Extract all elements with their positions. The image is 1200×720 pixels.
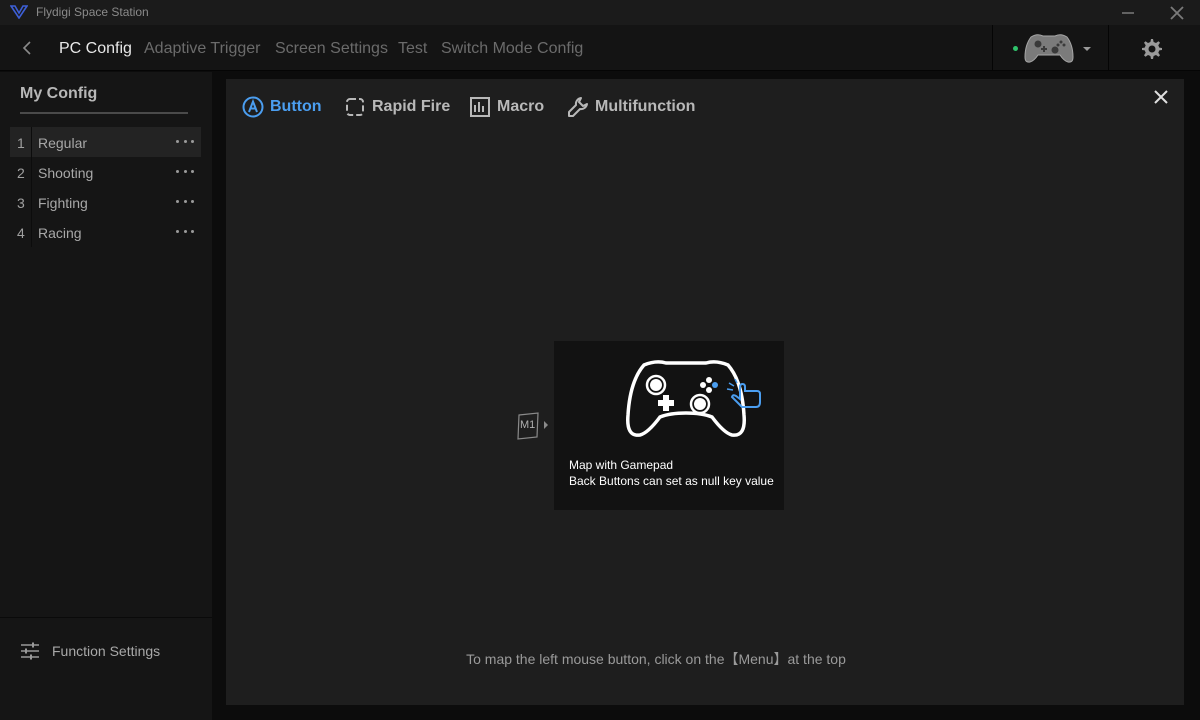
gamepad-thumbnail-icon xyxy=(1024,34,1074,63)
minimize-icon xyxy=(1122,11,1134,14)
macro-icon xyxy=(470,97,490,117)
config-item-label: Regular xyxy=(38,135,88,151)
config-list: 1 Regular 2 Shooting 3 Fighting 4 Racing xyxy=(10,127,201,247)
config-item-racing[interactable]: 4 Racing xyxy=(10,217,201,247)
top-nav: PC Config Adaptive Trigger Screen Settin… xyxy=(0,25,1200,71)
tab-adaptive-trigger[interactable]: Adaptive Trigger xyxy=(144,40,261,58)
card-title: Map with Gamepad xyxy=(569,458,674,472)
tab-macro-label: Macro xyxy=(497,98,545,115)
tab-button-label: Button xyxy=(270,98,322,115)
function-settings-label: Function Settings xyxy=(52,643,161,659)
config-item-fighting[interactable]: 3 Fighting xyxy=(10,187,201,217)
config-item-label: Fighting xyxy=(38,195,88,211)
tab-test[interactable]: Test xyxy=(398,40,427,58)
tab-rapid-fire[interactable]: Rapid Fire xyxy=(344,96,450,118)
sidebar-title: My Config xyxy=(20,85,98,102)
close-icon xyxy=(1154,90,1168,104)
config-item-shooting[interactable]: 2 Shooting xyxy=(10,157,201,187)
caret-down-icon xyxy=(1083,47,1091,51)
divider xyxy=(0,617,212,618)
rapid-fire-icon xyxy=(346,98,364,116)
tab-switch-mode-config[interactable]: Switch Mode Config xyxy=(441,40,583,58)
sliders-icon xyxy=(21,642,39,660)
config-item-number: 3 xyxy=(17,195,25,211)
wrench-icon xyxy=(568,97,588,117)
function-settings-button[interactable]: Function Settings xyxy=(20,640,160,662)
divider xyxy=(31,127,32,157)
back-button[interactable] xyxy=(16,37,38,59)
gear-icon xyxy=(1142,39,1162,59)
a-button-icon xyxy=(242,96,264,118)
minimize-button[interactable] xyxy=(1108,0,1148,25)
tab-screen-settings[interactable]: Screen Settings xyxy=(275,40,388,58)
map-with-gamepad-card[interactable]: Map with Gamepad Back Buttons can set as… xyxy=(554,341,784,510)
config-item-regular[interactable]: 1 Regular xyxy=(10,127,201,157)
more-options-icon[interactable] xyxy=(173,223,197,239)
flydigi-logo-icon xyxy=(10,5,28,19)
tab-pc-config[interactable]: PC Config xyxy=(59,40,132,58)
app-title: Flydigi Space Station xyxy=(36,5,149,19)
more-options-icon[interactable] xyxy=(173,133,197,149)
card-description: Back Buttons can set as null key value xyxy=(569,474,774,488)
sidebar-title-underline xyxy=(20,112,188,114)
config-item-label: Racing xyxy=(38,225,82,241)
config-sidebar: My Config 1 Regular 2 Shooting 3 Fightin… xyxy=(0,72,212,720)
tab-multifunction-label: Multifunction xyxy=(595,98,696,115)
config-item-number: 1 xyxy=(17,135,25,151)
mapping-panel: Button Rapid Fire Macro Multifunction M1 xyxy=(226,79,1184,705)
config-item-label: Shooting xyxy=(38,165,94,181)
tab-multifunction[interactable]: Multifunction xyxy=(567,96,695,118)
config-item-number: 4 xyxy=(17,225,25,241)
divider xyxy=(31,157,32,187)
more-options-icon[interactable] xyxy=(173,163,197,179)
tap-hand-icon xyxy=(726,379,761,408)
tab-rapid-fire-label: Rapid Fire xyxy=(372,98,451,115)
close-icon xyxy=(1170,5,1184,20)
more-options-icon[interactable] xyxy=(173,193,197,209)
tab-button[interactable]: Button xyxy=(242,96,322,118)
divider xyxy=(31,217,32,247)
config-item-number: 2 xyxy=(17,165,25,181)
title-bar: Flydigi Space Station xyxy=(0,0,1200,25)
panel-close-button[interactable] xyxy=(1150,86,1172,108)
settings-button[interactable] xyxy=(1140,37,1164,61)
mapping-hint: To map the left mouse button, click on t… xyxy=(466,651,846,667)
window-close-button[interactable] xyxy=(1157,0,1197,25)
connection-status-dot xyxy=(1013,46,1018,51)
tab-macro[interactable]: Macro xyxy=(469,96,544,118)
device-selector[interactable] xyxy=(992,25,1109,71)
divider xyxy=(31,187,32,217)
m1-label: M1 xyxy=(520,419,536,431)
m1-back-button[interactable]: M1 xyxy=(516,412,552,442)
chevron-left-icon xyxy=(22,41,31,55)
